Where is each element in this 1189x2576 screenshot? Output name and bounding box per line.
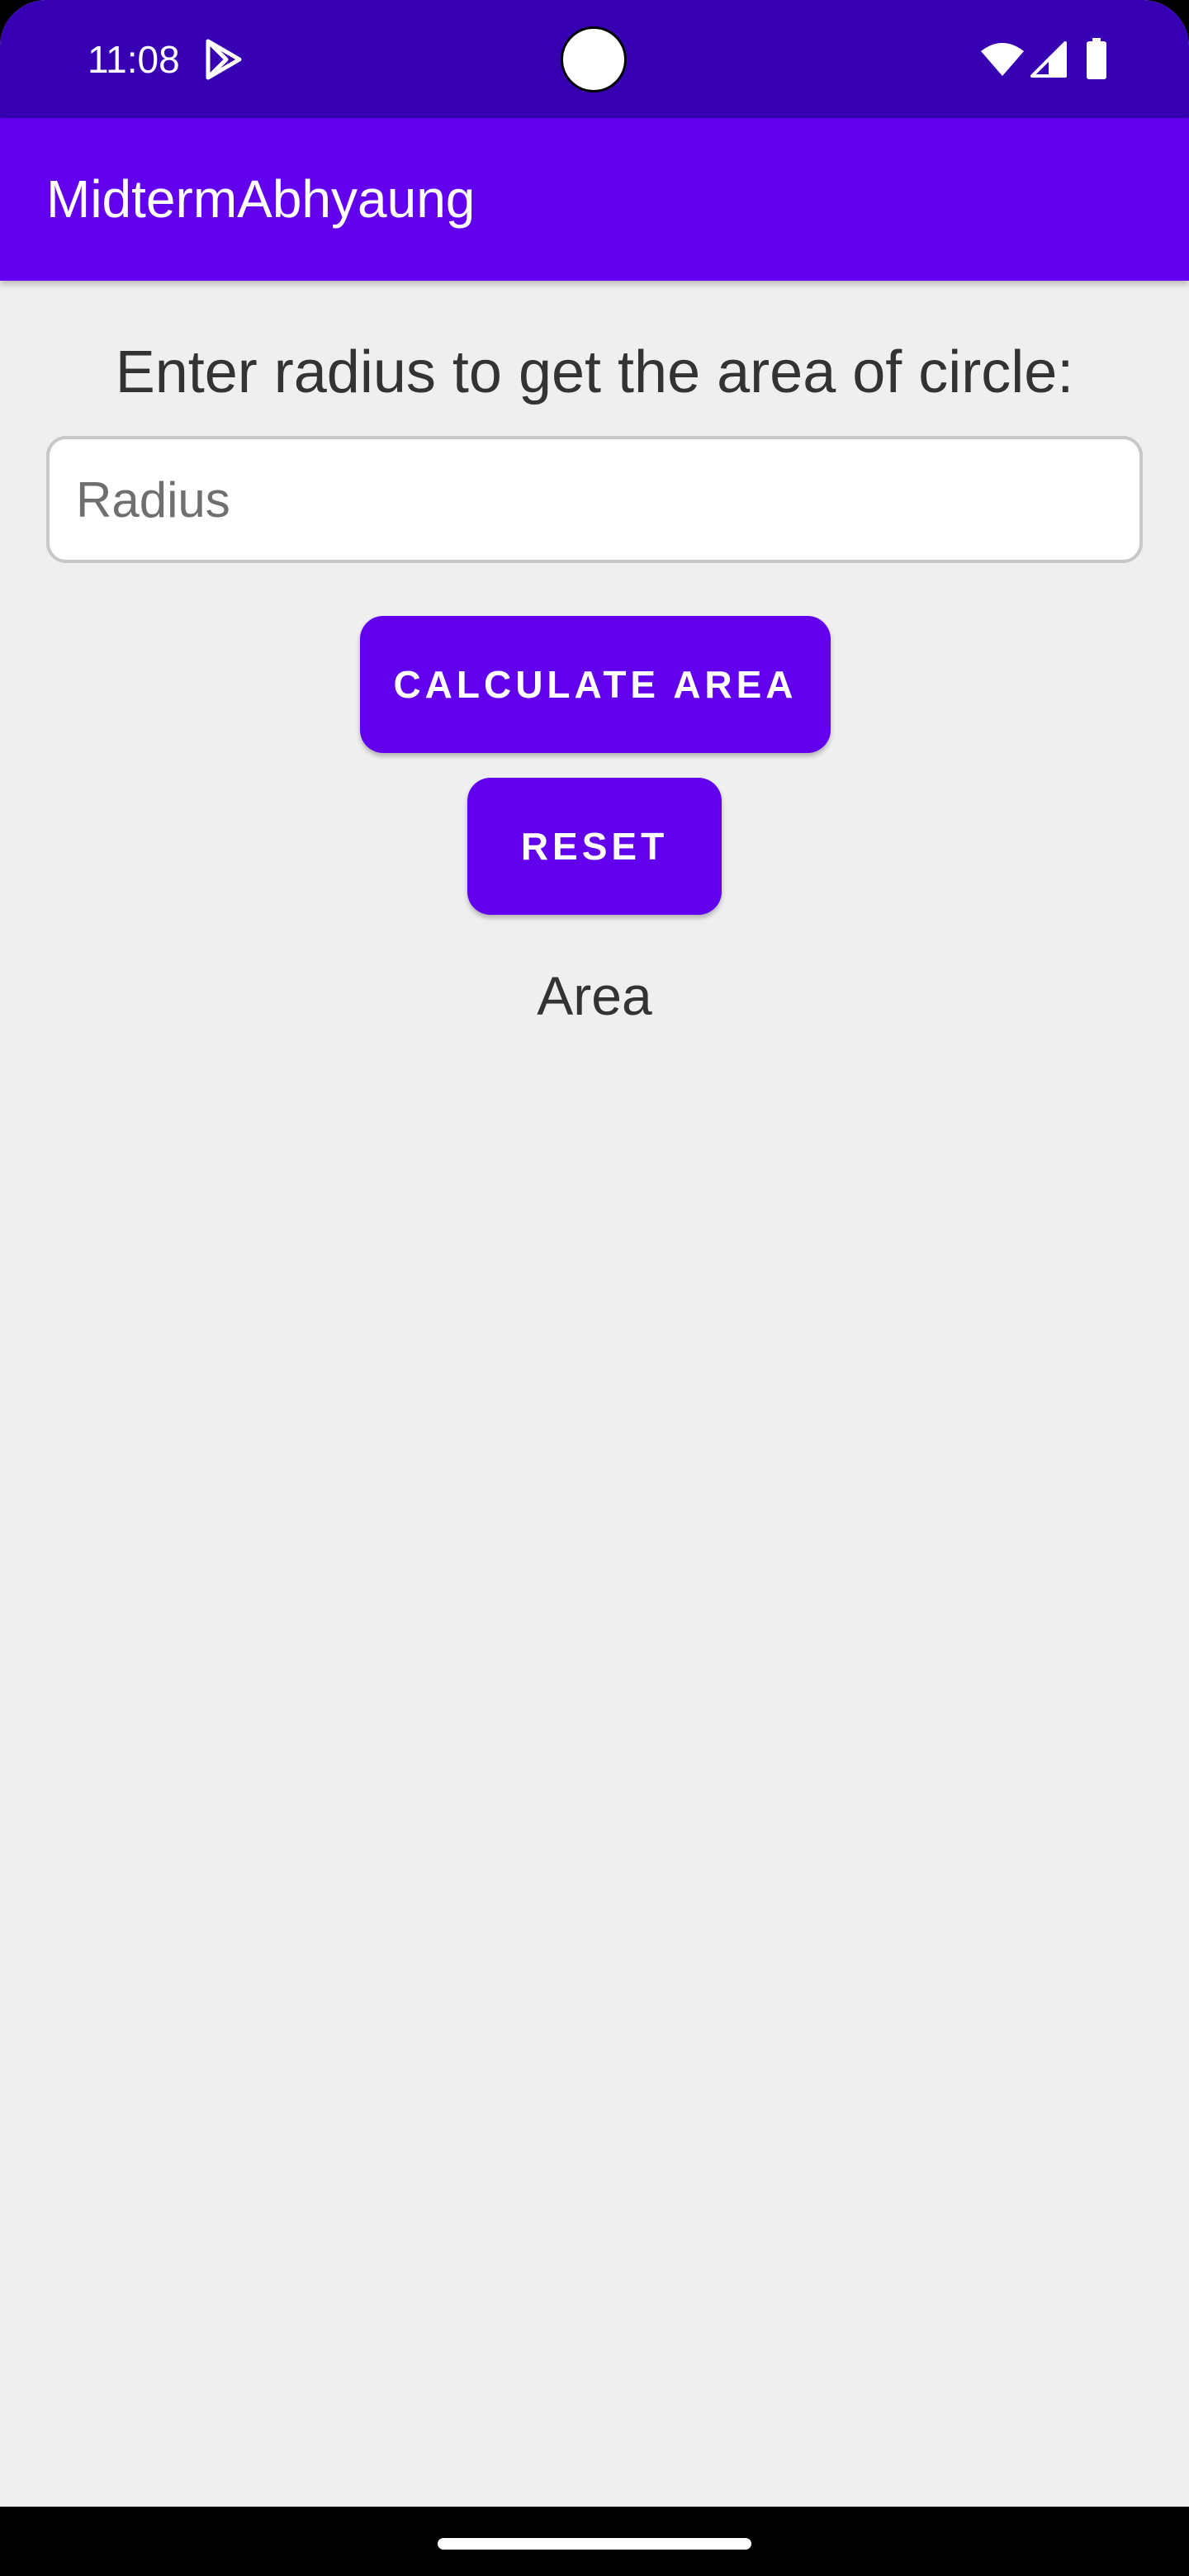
wifi-icon: [981, 43, 1024, 76]
radius-input[interactable]: [46, 436, 1143, 563]
play-icon: [206, 39, 242, 80]
status-bar: 11:08: [0, 0, 1189, 118]
status-time: 11:08: [88, 38, 180, 81]
area-result-label: Area: [537, 965, 652, 1026]
camera-cutout: [561, 26, 627, 92]
prompt-label: Enter radius to get the area of circle:: [115, 339, 1074, 405]
phone-screen: 11:08 MidtermAbhyaung Enter radius to ge…: [0, 0, 1189, 2576]
app-title: MidtermAbhyaung: [46, 169, 476, 229]
app-bar: MidtermAbhyaung: [0, 118, 1189, 281]
calculate-area-button[interactable]: CALCULATE AREA: [360, 616, 831, 753]
battery-icon: [1087, 38, 1106, 79]
signal-icon: [1030, 41, 1067, 78]
navigation-bar: [0, 2507, 1189, 2576]
home-handle[interactable]: [438, 2538, 751, 2550]
reset-button[interactable]: RESET: [467, 778, 722, 915]
